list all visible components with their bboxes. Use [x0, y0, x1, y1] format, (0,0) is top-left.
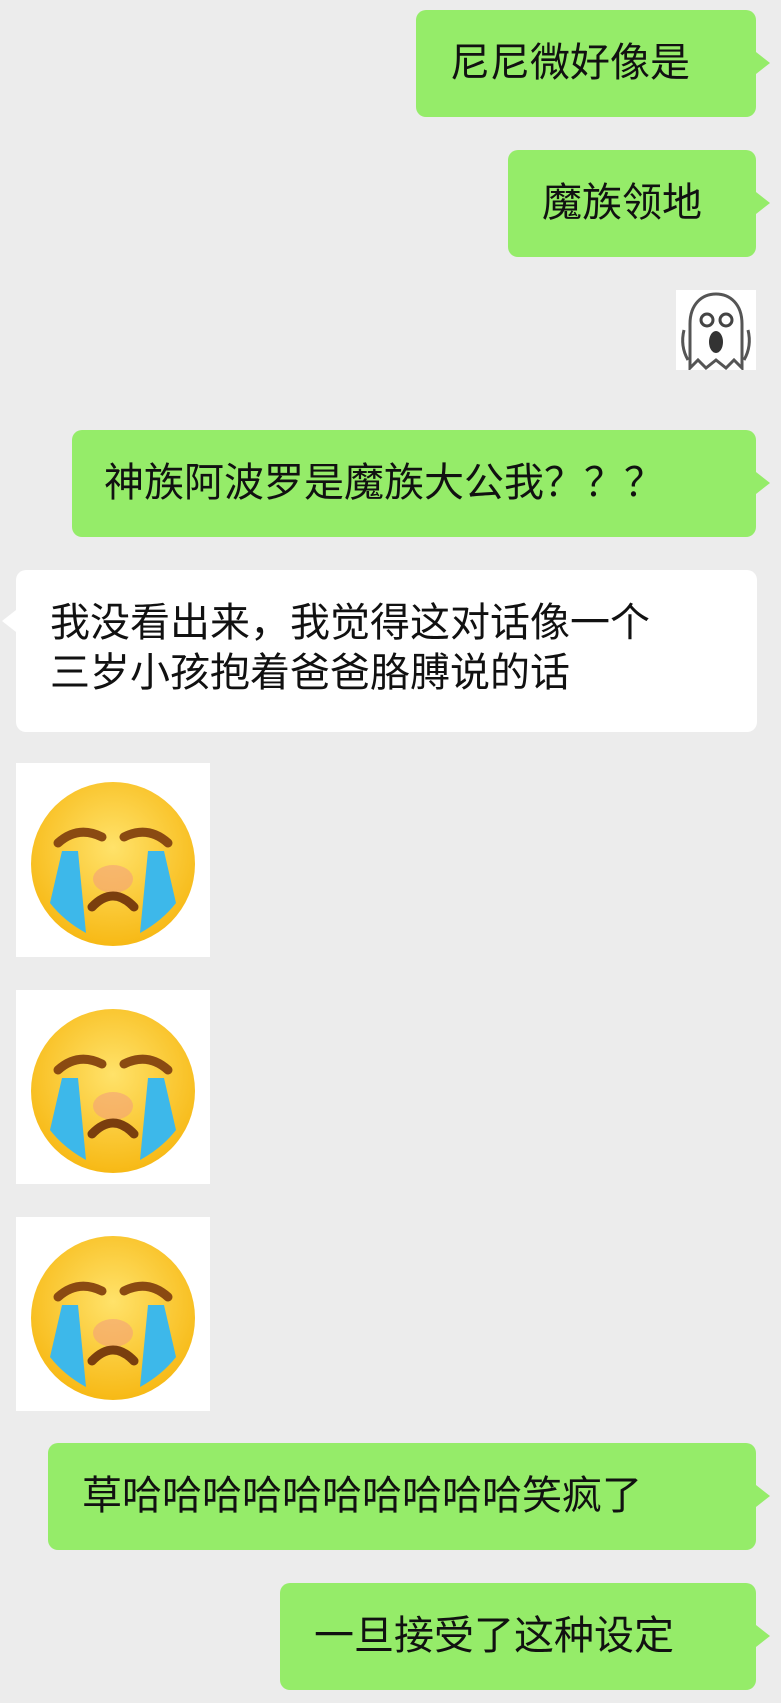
message-bubble-outgoing[interactable]: 尼尼微好像是 — [416, 10, 756, 117]
message-text: 尼尼微好像是 — [450, 40, 690, 86]
screaming-ghost-icon — [681, 292, 751, 370]
message-text: 魔族领地 — [542, 180, 702, 226]
message-text: 一旦接受了这种设定 — [314, 1613, 674, 1659]
message-bubble-incoming[interactable]: 我没看出来，我觉得这对话像一个 三岁小孩抱着爸爸胳膊说的话 — [16, 570, 757, 732]
message-text-line: 三岁小孩抱着爸爸胳膊说的话 — [50, 650, 570, 696]
sticker-message[interactable] — [676, 290, 756, 370]
loudly-crying-face-icon — [31, 782, 195, 946]
sticker-message[interactable] — [16, 763, 210, 957]
message-text: 神族阿波罗是魔族大公我？？？ — [104, 460, 664, 506]
message-bubble-outgoing[interactable]: 神族阿波罗是魔族大公我？？？ — [72, 430, 756, 537]
loudly-crying-face-icon — [31, 1009, 195, 1173]
bubble-tail — [756, 52, 770, 74]
bubble-tail — [756, 192, 770, 214]
message-bubble-outgoing[interactable]: 一旦接受了这种设定 — [280, 1583, 756, 1690]
loudly-crying-face-icon — [31, 1236, 195, 1400]
message-text: 草哈哈哈哈哈哈哈哈哈哈笑疯了 — [82, 1473, 642, 1519]
message-bubble-outgoing[interactable]: 草哈哈哈哈哈哈哈哈哈哈笑疯了 — [48, 1443, 756, 1550]
bubble-tail — [2, 610, 16, 632]
bubble-tail — [756, 472, 770, 494]
message-bubble-outgoing[interactable]: 魔族领地 — [508, 150, 756, 257]
sticker-message[interactable] — [16, 1217, 210, 1411]
message-text-line: 我没看出来，我觉得这对话像一个 — [50, 600, 650, 646]
sticker-message[interactable] — [16, 990, 210, 1184]
bubble-tail — [756, 1625, 770, 1647]
bubble-tail — [756, 1485, 770, 1507]
